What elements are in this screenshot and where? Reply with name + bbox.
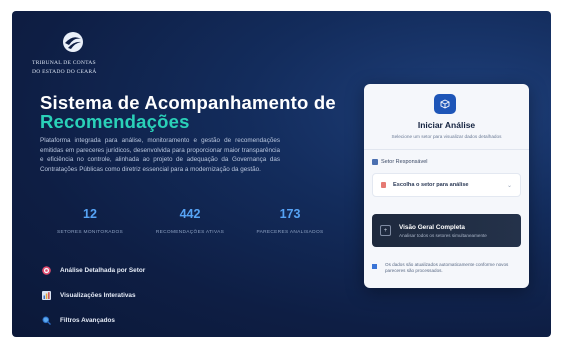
stat-value: 12 (83, 207, 97, 221)
page-title-main: Sistema de Acompanhamento de (40, 92, 336, 113)
page-title-accent: Recomendações (40, 111, 190, 132)
sector-select-value: Escolha o setor para análise (393, 182, 469, 188)
features-list: Análise Detalhada por Setor Visualizaçõe… (42, 265, 145, 337)
building-icon (372, 159, 378, 165)
stat-value: 173 (279, 207, 301, 221)
start-analysis-card: Iniciar Análise Selecione um setor para … (364, 84, 529, 288)
page-title: Sistema de Acompanhamento de Recomendaçõ… (40, 93, 336, 131)
sector-label-text: Setor Responsável (381, 159, 428, 165)
feature-item-analise: Análise Detalhada por Setor (42, 265, 145, 275)
cube-icon (434, 94, 456, 114)
stats-row: 12 SETORES MONITORADOS 442 RECOMENDAÇÕES… (40, 207, 340, 247)
feature-item-filtros: Filtros Avançados (42, 315, 145, 325)
sector-label: Setor Responsável (372, 159, 427, 165)
bar-chart-icon (42, 290, 51, 300)
stat-recomendacoes: 442 RECOMENDAÇÕES ATIVAS (140, 207, 240, 247)
feature-label: Visualizações Interativas (60, 291, 136, 299)
stat-pareceres: 173 PARECERES ANALISADOS (240, 207, 340, 247)
info-note: Os dados são atualizados automaticamente… (372, 262, 521, 280)
search-icon (42, 316, 51, 325)
card-subtitle: Selecione um setor para visualizar dados… (391, 134, 502, 139)
page-description: Plataforma integrada para análise, monit… (40, 137, 280, 173)
sector-select[interactable]: Escolha o setor para análise ⌄ (372, 173, 521, 197)
target-icon (42, 265, 51, 275)
feature-label: Análise Detalhada por Setor (60, 266, 146, 274)
overview-button[interactable]: + Visão Geral Completa Analisar todos os… (372, 214, 521, 247)
logo-text-line2: DO ESTADO DO CEARÁ (32, 68, 97, 75)
logo-text-line1: TRIBUNAL DE CONTAS (32, 60, 96, 66)
logo-mark-icon (63, 32, 83, 52)
overview-subtitle: Analisar todos os setores simultaneament… (399, 232, 487, 238)
stat-label: RECOMENDAÇÕES ATIVAS (155, 230, 225, 235)
chevron-down-icon: ⌄ (506, 182, 512, 189)
feature-label: Filtros Avançados (60, 316, 115, 324)
feature-item-visualizacoes: Visualizações Interativas (42, 290, 145, 300)
tce-logo: TRIBUNAL DE CONTAS DO ESTADO DO CEARÁ (32, 31, 122, 75)
stat-value: 442 (179, 207, 201, 221)
stat-label: SETORES MONITORADOS (56, 230, 124, 235)
expand-icon: + (380, 225, 391, 236)
app-window: TRIBUNAL DE CONTAS DO ESTADO DO CEARÁ Si… (12, 11, 551, 337)
stat-setores: 12 SETORES MONITORADOS (40, 207, 140, 247)
card-title: Iniciar Análise (417, 120, 476, 130)
info-text: Os dados são atualizados automaticamente… (385, 262, 509, 274)
clipboard-icon (381, 182, 386, 188)
overview-text: Visão Geral Completa Analisar todos os s… (399, 224, 487, 238)
card-divider (364, 149, 529, 150)
info-icon (372, 264, 377, 269)
stat-label: PARECERES ANALISADOS (256, 230, 324, 235)
overview-title: Visão Geral Completa (399, 223, 465, 231)
